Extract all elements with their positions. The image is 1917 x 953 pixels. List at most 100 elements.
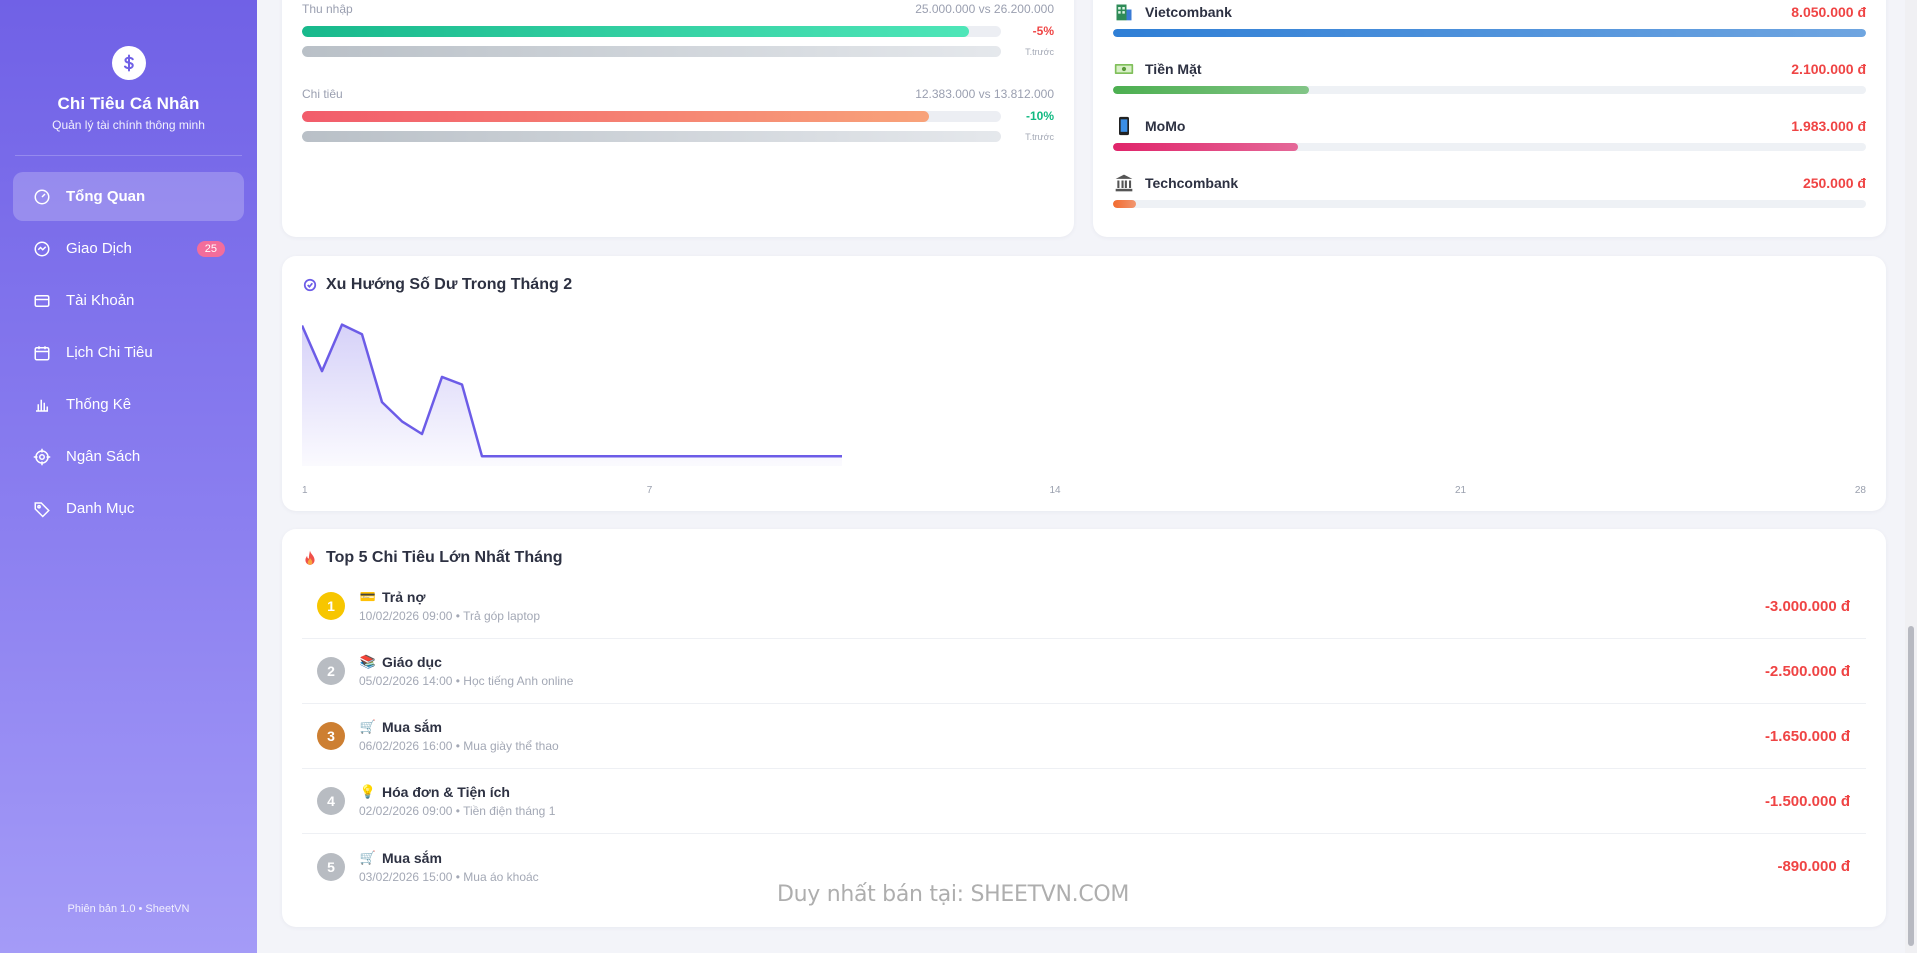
transactions-count-badge: 25 (196, 240, 225, 257)
balance-point[interactable] (539, 453, 545, 459)
expense-label: Chi tiêu (302, 87, 343, 101)
balance-point[interactable] (799, 453, 805, 459)
page-scrollbar[interactable] (1905, 0, 1917, 953)
wallet-icon (32, 291, 52, 311)
expense-category: Giáo dục (382, 654, 442, 670)
expense-amount: -1.650.000 đ (1764, 727, 1850, 745)
income-bar (302, 25, 1001, 37)
income-values: 25.000.000 vs 26.200.000 (915, 2, 1054, 16)
sidebar-item-calendar[interactable]: Lịch Chi Tiêu (13, 328, 244, 377)
fire-icon (302, 550, 318, 566)
expense-prev-bar (302, 131, 1001, 142)
balance-point[interactable] (379, 399, 385, 405)
sidebar-item-label: Danh Mục (66, 500, 135, 517)
balance-point[interactable] (659, 453, 665, 459)
sidebar-item-budget[interactable]: Ngân Sách (13, 432, 244, 481)
expense-meta: 05/02/2026 14:00 • Học tiếng Anh online (359, 674, 574, 688)
x-tick-label: 14 (1049, 485, 1061, 496)
top-expense-row[interactable]: 1 💳 Trả nợ 10/02/2026 09:00 • Trả góp lapto… (302, 574, 1866, 639)
expense-bar-fill (302, 110, 929, 122)
sidebar-item-statistics[interactable]: Thống Kê (13, 380, 244, 429)
balance-point[interactable] (719, 453, 725, 459)
balance-point[interactable] (639, 453, 645, 459)
balance-point[interactable] (739, 453, 745, 459)
x-tick-label: 1 (302, 485, 308, 496)
top-expense-row[interactable]: 3 🛒 Mua sắm 06/02/2026 16:00 • Mua giày thể… (302, 704, 1866, 769)
expense-amount: -890.000 đ (1777, 858, 1850, 875)
brand: Chi Tiêu Cá Nhân Quản lý tài chính thông… (0, 0, 257, 132)
expense-amount: -3.000.000 đ (1764, 597, 1850, 615)
balance-point[interactable] (439, 374, 445, 380)
account-balance-bar (1113, 143, 1299, 151)
account-name: Tiền Mặt (1145, 61, 1202, 77)
dashboard-icon (32, 187, 52, 207)
expense-category: Mua sắm (382, 849, 442, 866)
sidebar-item-label: Lịch Chi Tiêu (66, 344, 153, 361)
balance-trend-title-text: Xu Hướng Số Dư Trong Tháng 2 (326, 276, 573, 293)
scrollbar-thumb[interactable] (1908, 626, 1914, 946)
balance-point[interactable] (302, 323, 305, 329)
balance-point[interactable] (619, 453, 625, 459)
rank-badge: 1 (317, 592, 345, 620)
account-row-techcombank[interactable]: Techcombank 250.000 đ (1113, 172, 1866, 208)
balance-trend-title: Xu Hướng Số Dư Trong Tháng 2 (302, 276, 572, 294)
target-icon (32, 447, 52, 467)
expense-prev-label: T.trước (1025, 131, 1054, 142)
app-title: Chi Tiêu Cá Nhân (57, 94, 200, 113)
expense-meta: 02/02/2026 09:00 • Tiền điện tháng 1 (359, 804, 556, 818)
balance-point[interactable] (339, 322, 345, 328)
balance-point[interactable] (779, 453, 785, 459)
sidebar-item-overview[interactable]: Tổng Quan (13, 172, 244, 221)
account-row-cash[interactable]: Tiền Mặt 2.100.000 đ (1113, 58, 1866, 94)
sidebar-item-transactions[interactable]: Giao Dịch 25 (13, 224, 244, 273)
account-balance-bar (1113, 200, 1137, 208)
balance-point[interactable] (759, 453, 765, 459)
balance-point[interactable] (699, 453, 705, 459)
balance-point[interactable] (399, 418, 405, 424)
rank-badge: 2 (317, 657, 345, 685)
dollar-icon[interactable] (111, 46, 146, 80)
balance-point[interactable] (479, 453, 485, 459)
sidebar-nav: Tổng Quan Giao Dịch 25 Tài Khoản Lịch Ch… (0, 172, 257, 533)
balance-point[interactable] (359, 331, 365, 337)
balance-point[interactable] (819, 453, 825, 459)
balance-point[interactable] (559, 453, 565, 459)
income-prev-bar (302, 46, 1001, 57)
balance-point[interactable] (839, 453, 845, 459)
rank-badge: 4 (317, 787, 345, 815)
comparison-card: Thu nhập 25.000.000 vs 26.200.000 -5% T.… (282, 0, 1074, 237)
expense-prev-bar-fill (302, 131, 1001, 142)
account-row-momo[interactable]: MoMo 1.983.000 đ (1113, 115, 1866, 151)
balance-point[interactable] (419, 431, 425, 437)
income-prev-label: T.trước (1025, 46, 1054, 57)
income-change: -5% (1032, 24, 1054, 38)
balance-point[interactable] (579, 453, 585, 459)
top-expense-row[interactable]: 2 📚 Giáo dục 05/02/2026 14:00 • Học tiếng A… (302, 639, 1866, 704)
cart-icon: 🛒 (359, 849, 377, 865)
balance-point[interactable] (459, 382, 465, 388)
chart-bar-icon (32, 395, 52, 415)
account-balance: 8.050.000 đ (1791, 4, 1866, 20)
sidebar-item-categories[interactable]: Danh Mục (13, 484, 244, 533)
expense-comparison: Chi tiêu 12.383.000 vs 13.812.000 -10% T… (302, 87, 1054, 142)
x-tick-label: 28 (1855, 485, 1866, 496)
sidebar-divider (15, 155, 242, 156)
balance-area-fill (302, 324, 842, 466)
top-expense-row[interactable]: 4 💡 Hóa đơn & Tiện ích 02/02/2026 09:00 • T… (302, 769, 1866, 834)
income-label: Thu nhập (302, 2, 353, 16)
balance-point[interactable] (499, 453, 505, 459)
cart-icon: 🛒 (359, 719, 377, 734)
balance-point[interactable] (319, 368, 325, 374)
expense-category: Trả nợ (382, 589, 426, 605)
balance-point[interactable] (519, 453, 525, 459)
tag-icon (32, 499, 52, 519)
account-row-vietcombank[interactable]: Vietcombank 8.050.000 đ (1113, 1, 1866, 37)
account-name: Vietcombank (1145, 4, 1232, 20)
balance-point[interactable] (679, 453, 685, 459)
sidebar-item-accounts[interactable]: Tài Khoản (13, 276, 244, 325)
transactions-icon (32, 239, 52, 259)
expense-amount: -1.500.000 đ (1764, 792, 1850, 810)
balance-point[interactable] (599, 453, 605, 459)
income-comparison: Thu nhập 25.000.000 vs 26.200.000 -5% T.… (302, 2, 1054, 57)
expense-values: 12.383.000 vs 13.812.000 (915, 87, 1054, 101)
